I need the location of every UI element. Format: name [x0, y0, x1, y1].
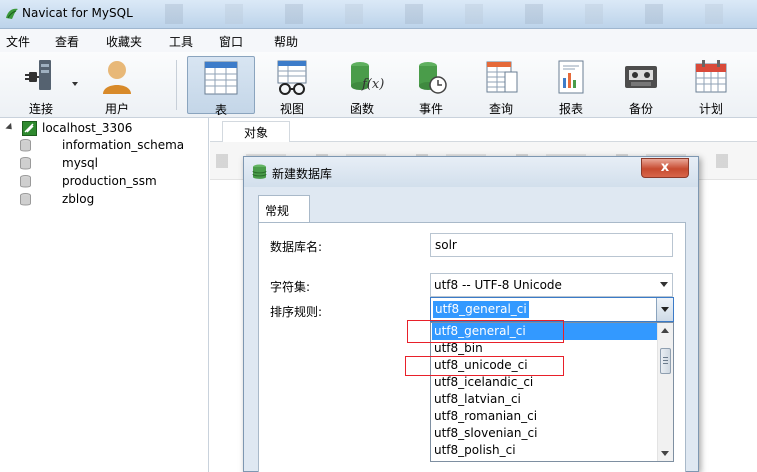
menu-view[interactable]: 查看 [55, 33, 79, 50]
database-name-value: solr [435, 238, 457, 252]
toolbar-view-button[interactable]: 视图 [261, 56, 323, 116]
table-icon [204, 61, 238, 95]
event-clock-icon [419, 62, 447, 94]
menu-tools[interactable]: 工具 [169, 33, 193, 50]
toolbar-user-button[interactable]: 用户 [86, 56, 148, 116]
toolbar-backup-button[interactable]: 备份 [610, 56, 672, 116]
toolbar-view-label: 视图 [279, 102, 304, 116]
chevron-down-icon [661, 307, 669, 312]
connection-icon [22, 121, 37, 136]
menu-window[interactable]: 窗口 [219, 33, 243, 50]
collation-value: utf8_general_ci [433, 301, 529, 318]
tab-objects-label: 对象 [243, 126, 268, 140]
toolbar-backup-label: 备份 [628, 102, 653, 116]
report-icon [558, 60, 584, 94]
menu-file[interactable]: 文件 [6, 33, 30, 50]
collation-select[interactable]: utf8_general_ci [430, 297, 674, 322]
view-glasses-icon [277, 60, 307, 95]
tree-connection-localhost[interactable]: localhost_3306 [4, 120, 207, 137]
dialog-title: 新建数据库 [272, 167, 333, 181]
connect-plug-icon [25, 60, 51, 90]
collation-option[interactable]: utf8_latvian_ci [432, 391, 658, 408]
toolbar-schedule-label: 计划 [698, 102, 723, 116]
charset-value: utf8 -- UTF-8 Unicode [434, 278, 562, 292]
annotation-highlight-unicode-ci [405, 356, 564, 376]
toolbar-function-label: 函数 [349, 102, 374, 116]
scroll-down-arrow-icon[interactable] [661, 451, 669, 456]
dialog-title-bar: 新建数据库 x [244, 157, 698, 187]
menu-bar: 文件 查看 收藏夹 工具 窗口 帮助 [0, 29, 757, 52]
collation-option[interactable]: utf8_polish_ci [432, 442, 658, 459]
toolbar-connect-label: 连接 [28, 102, 53, 116]
scrollbar-thumb[interactable] [660, 348, 671, 374]
function-icon: f(x) [351, 62, 384, 92]
database-icon [20, 139, 31, 152]
toolbar-report-label: 报表 [558, 102, 583, 116]
svg-text:f(x): f(x) [361, 77, 384, 92]
charset-label: 字符集: [270, 280, 311, 294]
toolbar-query-button[interactable]: 查询 [470, 56, 532, 116]
scroll-up-arrow-icon[interactable] [661, 328, 669, 333]
database-icon [20, 157, 31, 170]
tab-general[interactable]: 常规 [258, 195, 310, 222]
close-icon: x [660, 160, 670, 175]
toolbar-function-button[interactable]: f(x) 函数 [331, 56, 393, 116]
tab-objects[interactable]: 对象 [222, 121, 290, 142]
backup-icon [625, 66, 657, 88]
menu-favorites[interactable]: 收藏夹 [106, 33, 142, 50]
query-icon [486, 61, 518, 93]
database-name-input[interactable]: solr [430, 233, 673, 257]
window-title: Navicat for MySQL [22, 6, 133, 20]
tab-general-label: 常规 [265, 204, 290, 218]
toolbar-report-button[interactable]: 报表 [540, 56, 602, 116]
dialog-close-button[interactable]: x [641, 158, 689, 178]
toolbar-user-label: 用户 [104, 102, 129, 116]
object-tab-bar: 对象 [210, 118, 757, 142]
menu-help[interactable]: 帮助 [274, 33, 298, 50]
collation-option[interactable]: utf8_icelandic_ci [432, 374, 658, 391]
toolbar-connect-button[interactable]: 连接 [10, 56, 72, 116]
collation-option[interactable]: utf8_slovenian_ci [432, 425, 658, 442]
database-icon [20, 175, 31, 188]
toolbar-schedule-button[interactable]: 计划 [680, 56, 742, 116]
database-name: mysql [62, 156, 98, 170]
navicat-logo-icon [6, 8, 18, 19]
database-name-label: 数据库名: [270, 240, 323, 254]
database-name: information_schema [62, 138, 185, 152]
user-icon [103, 61, 131, 94]
database-icon [252, 164, 267, 179]
connection-name: localhost_3306 [42, 121, 133, 135]
toolbar-table-label: 表 [214, 103, 227, 117]
toolbar-table-button[interactable]: 表 [187, 56, 255, 117]
dropdown-scrollbar[interactable] [657, 323, 673, 461]
connect-dropdown-arrow-icon[interactable] [72, 82, 78, 86]
database-name: production_ssm [62, 174, 157, 188]
collation-dropdown-button[interactable] [656, 298, 673, 321]
collation-dropdown-list: utf8_general_ci utf8_bin utf8_unicode_ci… [430, 322, 674, 462]
toolbar-separator [176, 60, 177, 110]
background-window-tabs [165, 4, 757, 24]
toolbar-query-label: 查询 [488, 102, 513, 116]
database-name: zblog [62, 192, 95, 206]
annotation-highlight-general-ci [407, 320, 564, 343]
database-icon [20, 193, 31, 206]
tree-expand-icon[interactable] [5, 122, 15, 133]
collation-label: 排序规则: [270, 305, 323, 319]
dialog-tab-bar: 常规 [258, 195, 686, 223]
title-bar: Navicat for MySQL [0, 0, 757, 29]
schedule-calendar-icon [695, 60, 727, 93]
toolbar-event-button[interactable]: 事件 [400, 56, 462, 116]
toolbar-event-label: 事件 [418, 102, 443, 116]
connection-tree: localhost_3306 information_schema mysql … [0, 118, 209, 472]
chevron-down-icon [660, 282, 668, 287]
charset-select[interactable]: utf8 -- UTF-8 Unicode [430, 273, 673, 297]
main-toolbar: 连接 用户 表 视图 f(x) 函数 事件 查询 报表 备份 计划 [0, 52, 757, 118]
collation-option[interactable]: utf8_romanian_ci [432, 408, 658, 425]
